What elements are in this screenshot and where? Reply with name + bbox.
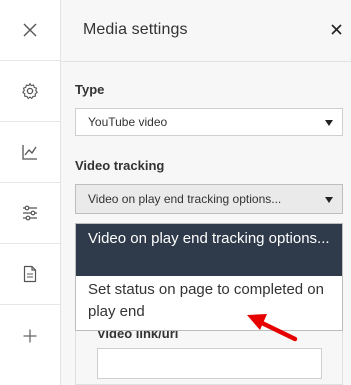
adjustments-rail-button[interactable] xyxy=(0,183,60,244)
annotation-arrow-icon xyxy=(247,314,298,342)
analytics-rail-button[interactable] xyxy=(0,122,60,183)
video-tracking-label: Video tracking xyxy=(75,158,165,173)
type-label: Type xyxy=(75,82,105,97)
video-tracking-select-value: Video on play end tracking options... xyxy=(88,192,282,206)
plus-icon xyxy=(23,329,37,342)
close-icon xyxy=(330,23,342,35)
panel-title: Media settings xyxy=(83,21,188,38)
type-select-value: YouTube video xyxy=(88,115,168,129)
add-rail-button[interactable] xyxy=(0,305,60,366)
document-rail-button[interactable] xyxy=(0,244,60,305)
close-icon xyxy=(23,23,37,37)
panel-close-button[interactable] xyxy=(329,22,343,36)
dropdown-option-completed-on-play-end[interactable]: Set status on page to completed on play … xyxy=(76,279,342,329)
icon-rail xyxy=(0,0,61,385)
chevron-down-icon xyxy=(325,197,333,203)
dropdown-option-selected[interactable]: Video on play end tracking options... xyxy=(76,224,342,276)
gear-icon xyxy=(22,82,38,100)
video-link-input[interactable] xyxy=(97,348,322,379)
settings-rail-button[interactable] xyxy=(0,61,60,122)
document-icon xyxy=(23,265,37,283)
type-select[interactable]: YouTube video xyxy=(75,108,343,136)
video-tracking-dropdown: Video on play end tracking options... Se… xyxy=(75,223,343,331)
close-rail-button[interactable] xyxy=(0,0,60,61)
sliders-icon xyxy=(23,205,37,221)
panel-header: Media settings xyxy=(61,0,351,62)
chart-icon xyxy=(22,145,37,160)
chevron-down-icon xyxy=(325,120,333,126)
video-tracking-select[interactable]: Video on play end tracking options... xyxy=(75,184,343,214)
